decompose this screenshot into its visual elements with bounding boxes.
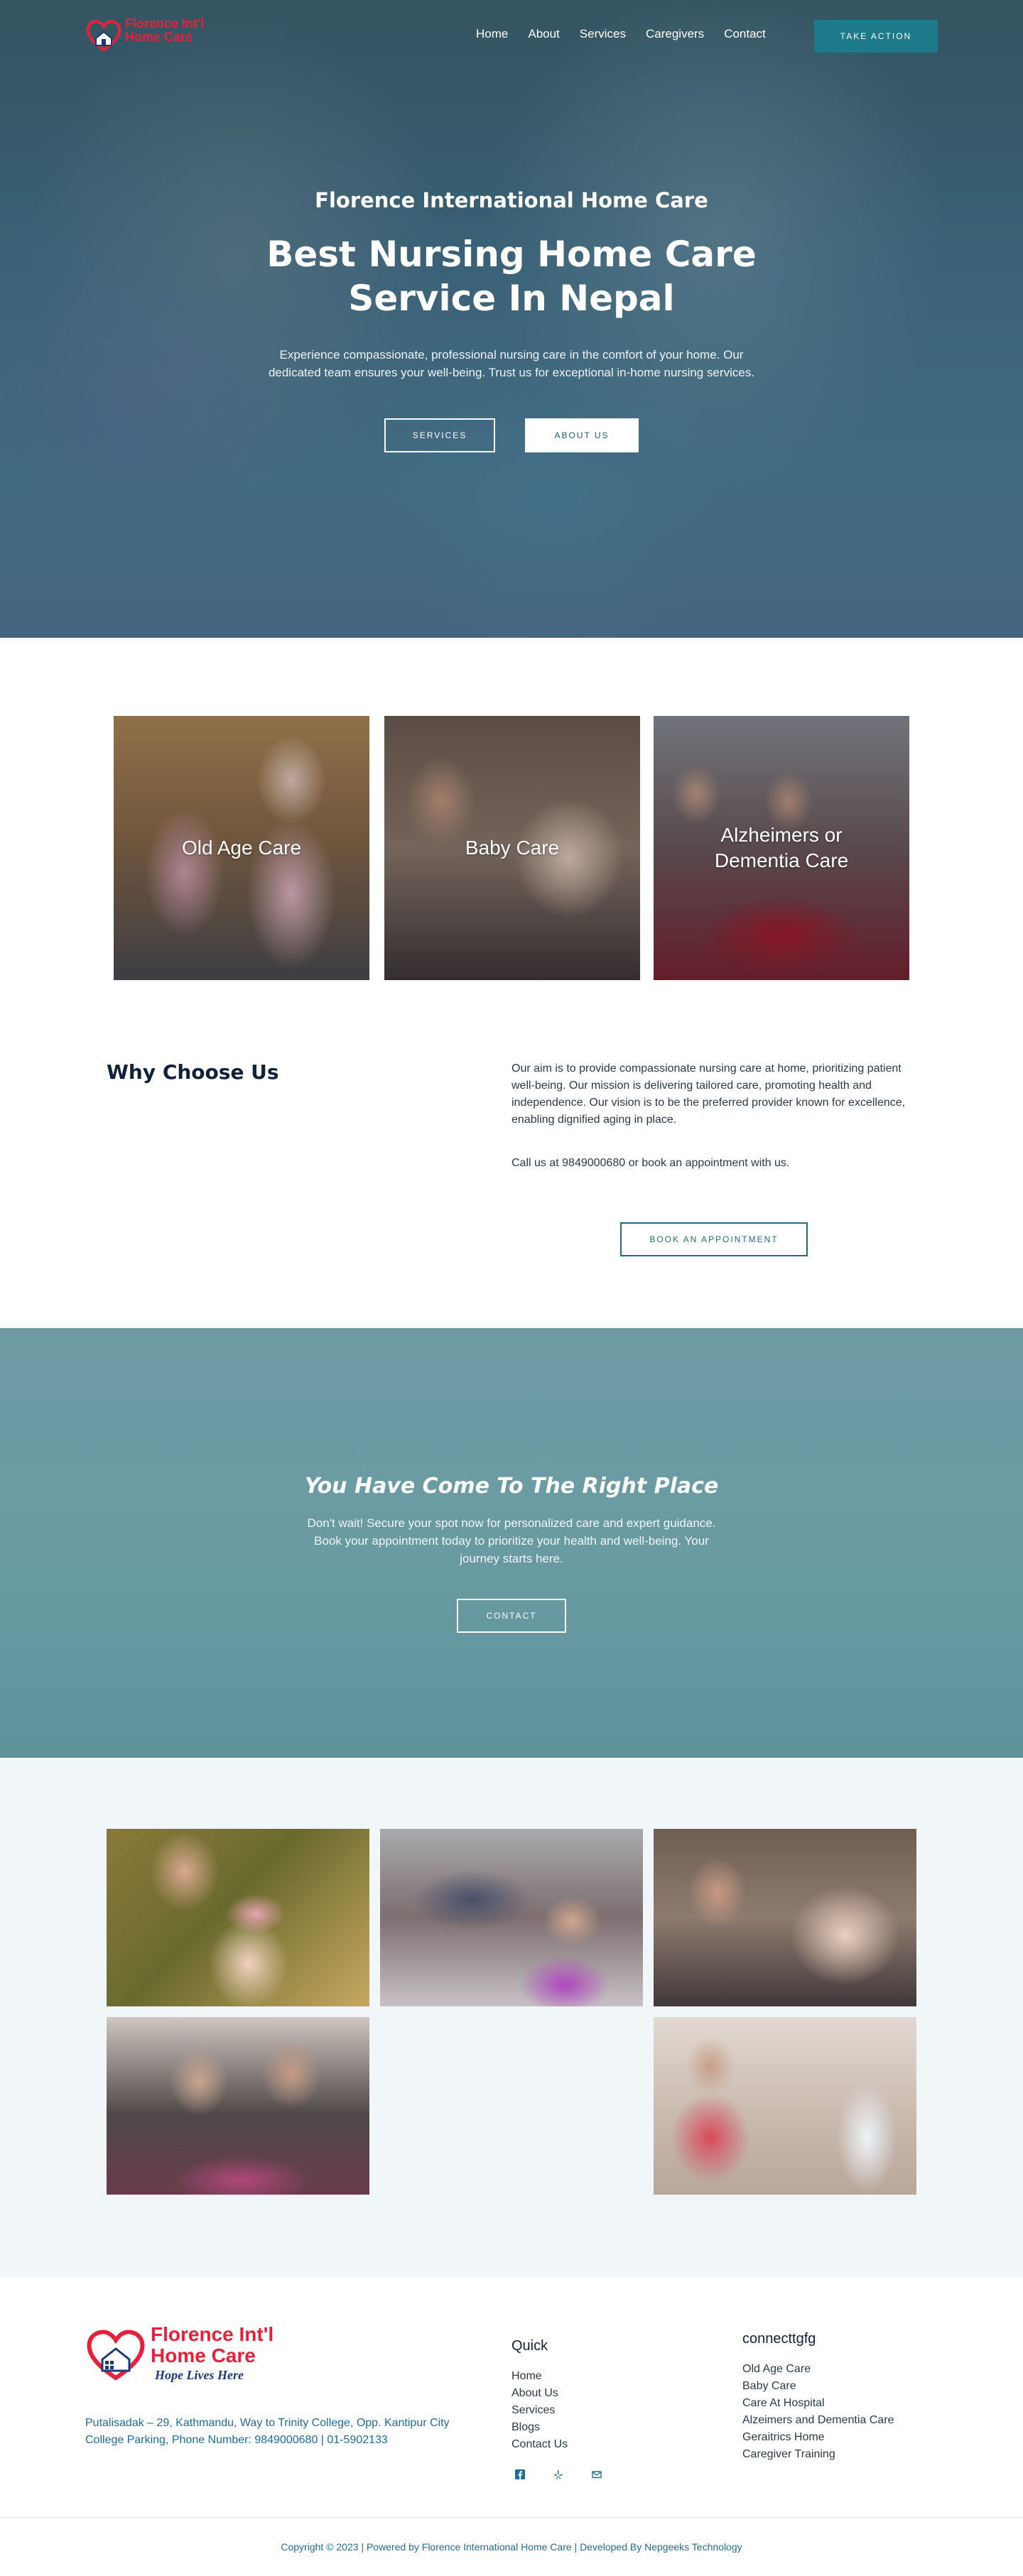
quick-links-list: Home About Us Services Blogs Contact Us xyxy=(512,2368,568,2453)
connect-title: connecttgfg xyxy=(742,2331,816,2347)
footer-link-blogs[interactable]: Blogs xyxy=(512,2419,568,2436)
right-place-description: Don't wait! Secure your spot now for per… xyxy=(307,1516,716,1565)
service-card-baby[interactable]: Baby Care xyxy=(384,716,640,980)
footer-service-geriatrics[interactable]: Geraitrics Home xyxy=(742,2429,894,2446)
footer-link-services[interactable]: Services xyxy=(512,2402,568,2419)
menu-home[interactable]: Home xyxy=(476,27,508,41)
copyright-text: Copyright © 2023 | Powered by Florence I… xyxy=(281,2541,742,2553)
connect-links-list: Old Age Care Baby Care Care At Hospital … xyxy=(742,2361,894,2463)
service-card-label: Alzheimers or Dementia Care xyxy=(714,824,849,871)
footer-logo-brand: Florence Int'l Home Care xyxy=(151,2323,274,2366)
why-text: Our aim is to provide compassionate nurs… xyxy=(512,1063,906,1126)
services-button[interactable]: SERVICES xyxy=(384,418,495,452)
site-logo[interactable]: Florence Int'l Home Care xyxy=(84,16,233,55)
menu-services[interactable]: Services xyxy=(580,27,626,41)
menu-about[interactable]: About xyxy=(528,27,559,41)
footer-link-contact[interactable]: Contact Us xyxy=(512,2436,568,2453)
gallery-section xyxy=(0,1758,1023,2277)
why-title: Why Choose Us xyxy=(107,1060,279,1084)
logo-heart-icon xyxy=(87,2330,145,2381)
footer-link-home[interactable]: Home xyxy=(512,2368,568,2385)
footer-service-old-age[interactable]: Old Age Care xyxy=(742,2361,894,2378)
footer-address: Putalisadak – 29, Kathmandu, Way to Trin… xyxy=(85,2417,450,2446)
footer-service-hospital[interactable]: Care At Hospital xyxy=(742,2395,894,2412)
logo-heart-icon xyxy=(86,20,121,52)
facebook-icon[interactable] xyxy=(513,2467,527,2482)
gallery-image-mother-baby[interactable] xyxy=(107,1829,369,2006)
right-place-title: You Have Come To The Right Place xyxy=(304,1474,719,1499)
social-links xyxy=(513,2467,604,2482)
right-place-content: You Have Come To The Right Place Don't w… xyxy=(0,1474,1023,1633)
footer-logo[interactable]: Florence Int'l Home Care Hope Lives Here xyxy=(85,2322,313,2386)
footer-link-about[interactable]: About Us xyxy=(512,2385,568,2402)
logo-brand-text: Florence Int'l Home Care xyxy=(125,16,205,44)
hero-section: Florence Int'l Home Care Home About Serv… xyxy=(0,0,1023,638)
service-card-label: Baby Care xyxy=(465,837,560,859)
menu-contact[interactable]: Contact xyxy=(724,27,766,41)
hero-description: Experience compassionate, professional n… xyxy=(268,348,755,379)
quick-links-title: Quick xyxy=(512,2338,548,2354)
book-appointment-button[interactable]: BOOK AN APPOINTMENT xyxy=(620,1222,808,1256)
yelp-icon[interactable] xyxy=(551,2467,565,2482)
contact-button[interactable]: CONTACT xyxy=(457,1599,566,1633)
hero-subtitle: Florence International Home Care xyxy=(315,188,708,212)
service-card-label: Old Age Care xyxy=(181,837,302,859)
gallery-image-baby-care[interactable] xyxy=(654,1829,916,2006)
email-icon[interactable] xyxy=(590,2467,604,2482)
hero-title: Best Nursing Home Care Service In Nepal xyxy=(266,234,757,319)
menu-caregivers[interactable]: Caregivers xyxy=(646,27,704,41)
gallery-image-elderly-men[interactable] xyxy=(107,2017,369,2195)
right-place-section: You Have Come To The Right Place Don't w… xyxy=(0,1328,1023,1758)
gallery-image-blood-pressure[interactable] xyxy=(654,2017,916,2195)
footer-logo-tagline: Hope Lives Here xyxy=(155,2368,244,2382)
hero-content: Florence International Home Care Best Nu… xyxy=(0,188,1023,452)
gallery-image-patient-bed[interactable] xyxy=(380,1829,643,2006)
about-us-button[interactable]: ABOUT US xyxy=(525,418,639,452)
service-card-dementia[interactable]: Alzheimers or Dementia Care xyxy=(654,716,909,980)
service-card-old-age[interactable]: Old Age Care xyxy=(114,716,369,980)
services-section: Old Age Care Baby Care Alzheimers or Dem… xyxy=(0,638,1023,1328)
main-menu: Home About Services Caregivers Contact xyxy=(476,27,786,41)
footer-service-baby[interactable]: Baby Care xyxy=(742,2378,894,2395)
site-header: Florence Int'l Home Care Home About Serv… xyxy=(0,0,1023,71)
footer-service-dementia[interactable]: Alzeimers and Dementia Care xyxy=(742,2412,894,2429)
hero-buttons: SERVICES ABOUT US xyxy=(0,418,1023,452)
footer-divider xyxy=(0,2517,1023,2518)
site-footer: Florence Int'l Home Care Hope Lives Here… xyxy=(0,2277,1023,2576)
footer-service-training[interactable]: Caregiver Training xyxy=(742,2446,894,2463)
why-call-text: Call us at 9849000680 or book an appoint… xyxy=(512,1157,790,1169)
take-action-button[interactable]: TAKE ACTION xyxy=(814,20,938,53)
